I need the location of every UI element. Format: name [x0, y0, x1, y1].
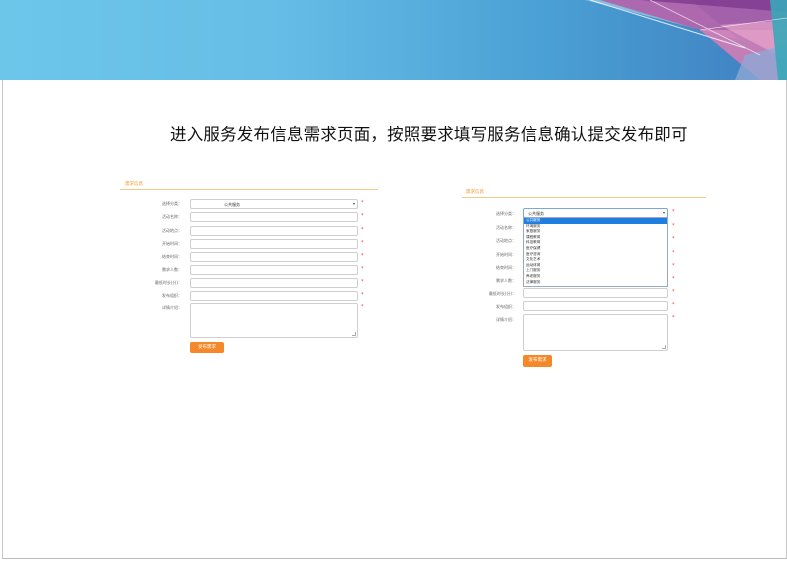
label-headcount: 需求人数： [162, 267, 182, 272]
dropdown-option[interactable]: 上门服务 [526, 268, 540, 273]
required-mark: * [361, 200, 364, 206]
submit-button[interactable]: 发布需求 [190, 342, 224, 353]
label-min-duration: 最低时长(分)： [488, 291, 516, 296]
headcount-input[interactable] [190, 265, 358, 275]
min-duration-input[interactable] [190, 278, 358, 288]
section-title: 需求信息 [125, 182, 143, 187]
dropdown-option[interactable]: 文化艺术 [526, 257, 540, 262]
required-mark: * [672, 315, 675, 321]
label-category: 选择分类： [162, 201, 182, 206]
min-duration-input[interactable] [523, 288, 668, 298]
label-activity-name: 活动名称： [162, 214, 182, 219]
dropdown-option[interactable]: 医疗咨询 [526, 252, 540, 257]
label-min-duration: 最低时长(分)： [154, 280, 182, 285]
label-activity-name: 活动名称： [496, 225, 516, 230]
label-start-time: 开始时间： [162, 241, 182, 246]
start-time-input[interactable] [190, 239, 358, 249]
decorative-polygons [585, 0, 787, 80]
submit-button[interactable]: 发布需求 [523, 355, 552, 367]
section-title: 需求信息 [466, 190, 484, 195]
organization-input[interactable] [190, 291, 358, 301]
chevron-down-icon: ▾ [662, 210, 665, 215]
required-mark: * [672, 236, 675, 242]
required-mark: * [361, 240, 364, 246]
label-details: 详情介绍： [496, 317, 516, 322]
label-activity-location: 活动地点： [496, 238, 516, 243]
required-mark: * [672, 209, 675, 215]
label-organization: 发布组织： [496, 304, 516, 309]
required-mark: * [672, 250, 675, 256]
category-select[interactable]: 公共服务 ▾ [190, 199, 358, 209]
required-mark: * [361, 213, 364, 219]
required-mark: * [672, 289, 675, 295]
section-divider [120, 189, 378, 190]
end-time-input[interactable] [190, 252, 358, 262]
label-category: 选择分类： [496, 211, 516, 216]
dropdown-option[interactable]: 养老服务 [526, 274, 540, 279]
organization-input[interactable] [523, 301, 668, 311]
label-details: 详情介绍： [162, 305, 182, 310]
label-activity-location: 活动地点： [162, 228, 182, 233]
header-banner [0, 0, 787, 80]
section-divider [462, 197, 706, 198]
details-textarea[interactable] [523, 314, 668, 351]
label-organization: 发布组织： [162, 293, 182, 298]
selected-option-highlight [524, 218, 667, 224]
required-mark: * [361, 253, 364, 259]
dropdown-option[interactable]: 科技教育 [526, 240, 540, 245]
required-mark: * [672, 263, 675, 269]
required-mark: * [361, 304, 364, 310]
resize-handle-icon[interactable] [662, 345, 666, 349]
dropdown-option[interactable]: 环境服务 [526, 224, 540, 229]
required-mark: * [672, 276, 675, 282]
required-mark: * [672, 223, 675, 229]
label-start-time: 开始时间： [496, 252, 516, 257]
required-mark: * [361, 292, 364, 298]
chevron-down-icon: ▾ [352, 201, 355, 206]
activity-location-input[interactable] [190, 226, 358, 236]
dropdown-option[interactable]: 家庭服务 [526, 229, 540, 234]
label-end-time: 结束时间： [162, 254, 182, 259]
required-mark: * [672, 302, 675, 308]
category-select-value: 公共服务 [224, 202, 240, 207]
details-textarea[interactable] [190, 303, 358, 338]
label-headcount: 需求人数： [496, 278, 516, 283]
dropdown-option[interactable]: 医疗保健 [526, 246, 540, 251]
required-mark: * [361, 279, 364, 285]
dropdown-option[interactable]: 法律服务 [526, 280, 540, 285]
category-dropdown-list[interactable]: 公共服务 环境服务 家庭服务 课程教育 科技教育 医疗保健 医疗咨询 文化艺术 … [523, 217, 668, 287]
slide-frame [2, 80, 787, 559]
required-mark: * [361, 266, 364, 272]
activity-name-input[interactable] [190, 212, 358, 222]
slide-heading: 进入服务发布信息需求页面，按照要求填写服务信息确认提交发布即可 [170, 125, 688, 144]
resize-handle-icon[interactable] [352, 332, 356, 336]
dropdown-option[interactable]: 公共服务 [526, 218, 540, 223]
required-mark: * [361, 227, 364, 233]
label-end-time: 结束时间： [496, 265, 516, 270]
